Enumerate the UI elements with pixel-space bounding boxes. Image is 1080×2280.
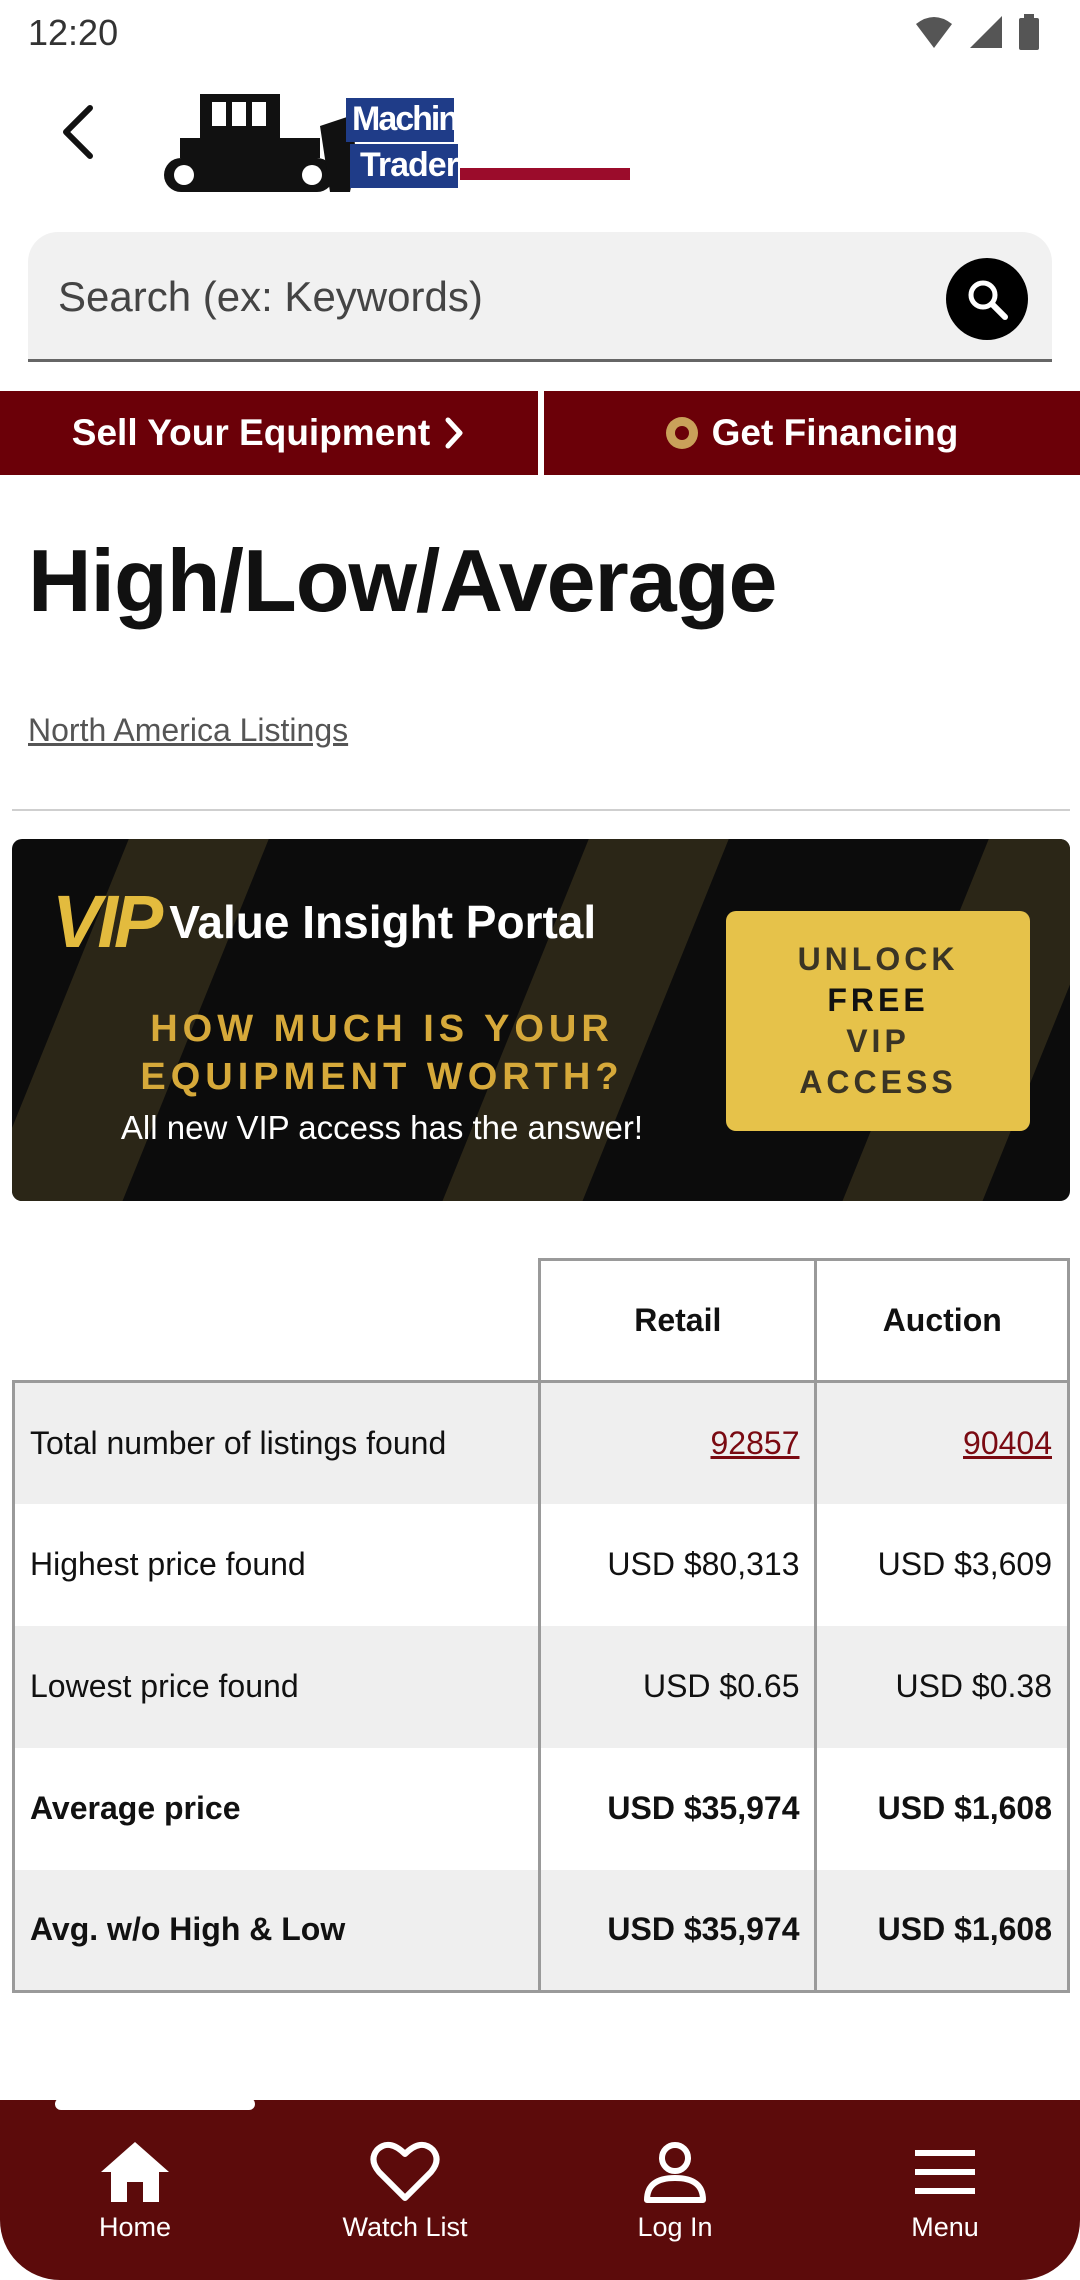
nav-log-in-label: Log In xyxy=(637,2212,713,2242)
financing-coin-icon xyxy=(665,417,698,449)
divider xyxy=(12,809,1070,811)
table-row: Highest price found USD $80,313 USD $3,6… xyxy=(11,1503,1070,1626)
price-stats-table: Retail Auction Total number of listings … xyxy=(11,1258,1070,1993)
table-row: Lowest price found USD $0.65 USD $0.38 xyxy=(11,1625,1070,1748)
cta-line-access: ACCESS xyxy=(799,1064,957,1100)
cta-line-free: FREE xyxy=(827,982,929,1018)
bottom-nav: Home Watch List Log In Menu xyxy=(0,2098,1080,2280)
auction-value: USD $3,609 xyxy=(814,1503,1070,1626)
cta-line-unlock: UNLOCK xyxy=(797,941,959,977)
signal-icon xyxy=(970,16,1002,48)
active-indicator xyxy=(55,2098,255,2110)
unlock-vip-text: UNLOCK FREE VIP ACCESS xyxy=(798,939,959,1103)
machinery-trader-logo[interactable]: Machinery Trader xyxy=(160,86,636,196)
table-header-empty xyxy=(13,1259,540,1383)
unlock-vip-access-button[interactable]: UNLOCK FREE VIP ACCESS xyxy=(726,911,1030,1131)
row-label: Avg. w/o High & Low xyxy=(11,1869,542,1993)
cta-line-vip: VIP xyxy=(846,1023,910,1059)
table-header-retail: Retail xyxy=(538,1258,818,1383)
nav-log-in[interactable]: Log In xyxy=(540,2100,810,2280)
nav-watch-list-label: Watch List xyxy=(342,2212,468,2242)
vip-portal-name: Value Insight Portal xyxy=(169,895,597,948)
vip-question-line1: HOW MUCH IS YOUR xyxy=(150,1008,614,1050)
auction-value: USD $1,608 xyxy=(814,1869,1070,1993)
retail-value: USD $80,313 xyxy=(538,1503,818,1626)
nav-home-label: Home xyxy=(98,2212,172,2242)
back-button[interactable] xyxy=(48,100,108,164)
user-icon xyxy=(644,2142,706,2203)
search-icon xyxy=(968,280,1008,320)
auction-value: USD $1,608 xyxy=(814,1747,1070,1870)
search-button[interactable] xyxy=(946,258,1028,340)
table-header-auction: Auction xyxy=(814,1258,1070,1383)
home-icon xyxy=(101,2142,169,2202)
logo-text-machinery: Machinery xyxy=(352,100,504,138)
vip-banner[interactable]: VIP Value Insight Portal HOW MUCH IS YOU… xyxy=(12,839,1070,1201)
retail-listings-count-link[interactable]: 92857 xyxy=(711,1425,800,1461)
sell-equipment-button[interactable]: Sell Your Equipment xyxy=(0,391,538,475)
back-arrow-icon xyxy=(63,105,93,159)
row-label: Total number of listings found xyxy=(11,1381,542,1504)
table-row: Average price USD $35,974 USD $1,608 xyxy=(11,1747,1070,1870)
nav-menu-label: Menu xyxy=(911,2212,979,2242)
sell-equipment-label: Sell Your Equipment xyxy=(71,412,431,453)
get-financing-label: Get Financing xyxy=(711,412,959,453)
status-bar: 12:20 xyxy=(0,0,1080,68)
vip-mark: VIP xyxy=(52,880,163,963)
north-america-listings-link[interactable]: North America Listings xyxy=(28,712,348,749)
menu-icon xyxy=(915,2150,975,2194)
wifi-icon xyxy=(916,17,952,48)
auction-listings-count-link[interactable]: 90404 xyxy=(963,1425,1052,1461)
chevron-right-icon xyxy=(445,417,463,449)
retail-value: USD $35,974 xyxy=(538,1747,818,1870)
row-label: Lowest price found xyxy=(11,1625,542,1748)
vip-question: HOW MUCH IS YOUR EQUIPMENT WORTH? xyxy=(52,1005,712,1101)
logo-text-trader: Trader xyxy=(360,146,459,184)
status-time: 12:20 xyxy=(28,12,119,53)
page-title: High/Low/Average xyxy=(28,531,777,630)
table-row: Avg. w/o High & Low USD $35,974 USD $1,6… xyxy=(11,1869,1070,1993)
battery-icon xyxy=(1019,14,1039,50)
search-input[interactable] xyxy=(58,258,938,336)
row-label: Highest price found xyxy=(11,1503,542,1626)
retail-value: USD $0.65 xyxy=(538,1625,818,1748)
search-bar xyxy=(28,232,1052,362)
auction-count-cell: 90404 xyxy=(814,1381,1070,1504)
vip-question-line2: EQUIPMENT WORTH? xyxy=(140,1056,624,1098)
table-row: Total number of listings found 92857 904… xyxy=(11,1381,1070,1504)
retail-value: USD $35,974 xyxy=(538,1869,818,1993)
row-label: Average price xyxy=(11,1747,542,1870)
nav-menu[interactable]: Menu xyxy=(810,2100,1080,2280)
nav-watch-list[interactable]: Watch List xyxy=(270,2100,540,2280)
vip-logo: VIP Value Insight Portal xyxy=(52,879,596,964)
get-financing-button[interactable]: Get Financing xyxy=(544,391,1080,475)
status-icons xyxy=(914,14,1040,50)
table-header-row: Retail Auction xyxy=(13,1258,1070,1383)
nav-home[interactable]: Home xyxy=(0,2100,270,2280)
heart-icon xyxy=(370,2141,440,2201)
promo-row: Sell Your Equipment Get Financing xyxy=(0,391,1080,475)
auction-value: USD $0.38 xyxy=(814,1625,1070,1748)
vip-answer: All new VIP access has the answer! xyxy=(120,1109,644,1146)
retail-count-cell: 92857 xyxy=(538,1381,818,1504)
